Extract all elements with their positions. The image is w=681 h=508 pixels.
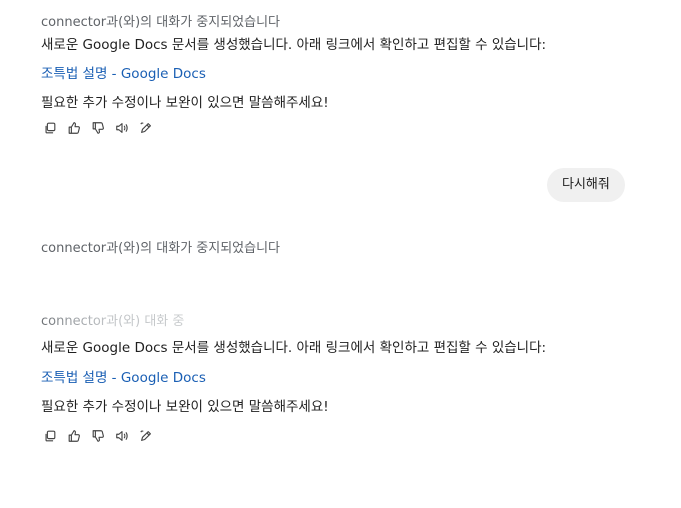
google-docs-link[interactable]: 조특법 설명 - Google Docs: [41, 62, 206, 82]
assistant-message-text: 새로운 Google Docs 문서를 생성했습니다. 아래 링크에서 확인하고…: [41, 340, 547, 356]
copy-icon[interactable]: [42, 120, 58, 136]
connector-status: connector과(와)의 대화가 중지되었습니다: [41, 15, 281, 30]
thumbs-up-icon[interactable]: [66, 120, 82, 136]
thumbs-down-icon[interactable]: [90, 120, 106, 136]
assistant-followup-text: 필요한 추가 수정이나 보완이 있으면 말씀해주세요!: [41, 95, 329, 111]
google-docs-link[interactable]: 조특법 설명 - Google Docs: [41, 366, 206, 386]
copy-icon[interactable]: [42, 428, 58, 444]
connector-status: connector과(와)의 대화가 중지되었습니다: [41, 241, 281, 256]
speaker-icon[interactable]: [114, 428, 130, 444]
message-actions: [42, 428, 154, 444]
connector-status-in-progress: connector과(와) 대화 중: [41, 310, 184, 329]
assistant-followup-text: 필요한 추가 수정이나 보완이 있으면 말씀해주세요!: [41, 399, 329, 415]
speaker-icon[interactable]: [114, 120, 130, 136]
thumbs-down-icon[interactable]: [90, 428, 106, 444]
message-actions: [42, 120, 154, 136]
assistant-message-text: 새로운 Google Docs 문서를 생성했습니다. 아래 링크에서 확인하고…: [41, 37, 547, 53]
thumbs-up-icon[interactable]: [66, 428, 82, 444]
edit-icon[interactable]: [138, 428, 154, 444]
user-message-bubble: 다시해줘: [547, 168, 625, 202]
edit-icon[interactable]: [138, 120, 154, 136]
chat-transcript: connector과(와)의 대화가 중지되었습니다 새로운 Google Do…: [0, 0, 681, 508]
